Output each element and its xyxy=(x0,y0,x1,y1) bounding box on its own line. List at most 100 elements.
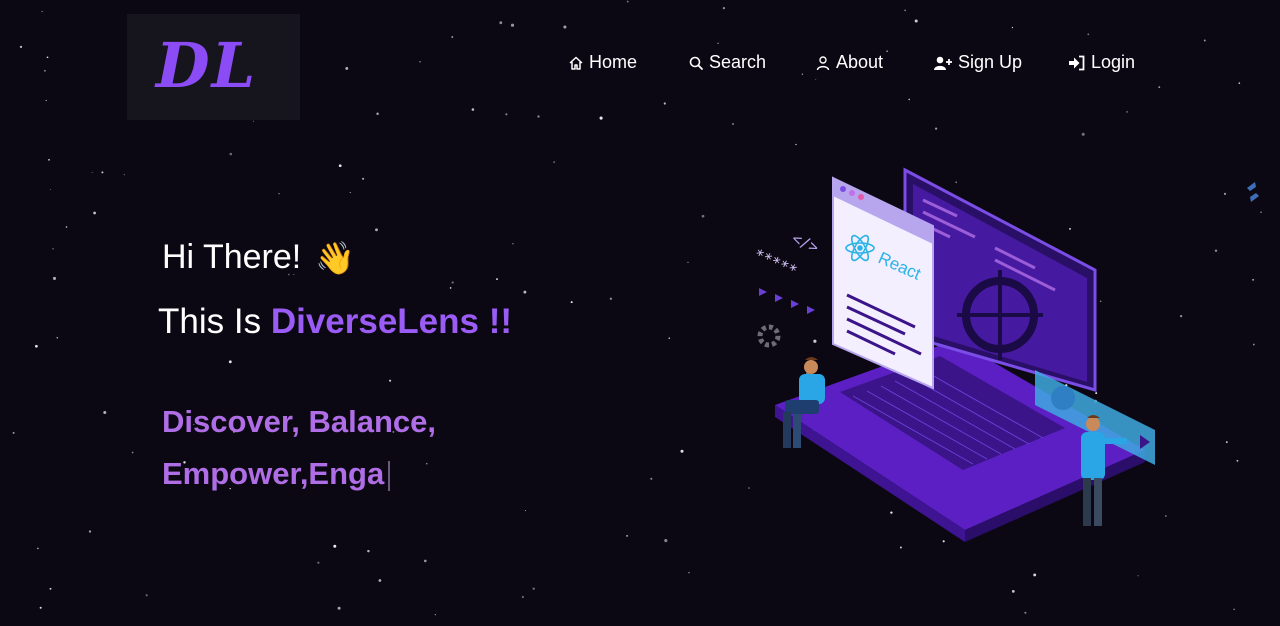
star xyxy=(39,606,42,609)
star xyxy=(52,276,57,280)
star xyxy=(914,19,918,23)
hero-illustration: React </> ***** xyxy=(735,160,1165,555)
star xyxy=(505,113,508,116)
wave-emoji-icon: 👋 xyxy=(315,239,356,276)
star xyxy=(496,278,498,281)
brand-name: DiverseLens !! xyxy=(270,302,513,341)
star xyxy=(537,115,540,118)
star xyxy=(1081,132,1085,136)
star xyxy=(532,587,535,590)
star xyxy=(35,344,38,348)
tagline-line-1: Discover, Balance, xyxy=(162,404,436,439)
star xyxy=(123,174,125,176)
star xyxy=(378,579,382,582)
star xyxy=(389,379,392,382)
navbar: Home Search About Sign Up Login xyxy=(0,52,1280,78)
star xyxy=(688,571,690,574)
star xyxy=(1033,573,1037,577)
hero-greeting: Hi There! 👋 xyxy=(162,238,355,277)
nav-home[interactable]: Home xyxy=(568,52,637,73)
star xyxy=(732,123,734,125)
nav-signup[interactable]: Sign Up xyxy=(933,52,1022,73)
star xyxy=(101,171,104,174)
star xyxy=(45,99,47,102)
star xyxy=(375,228,378,232)
greeting-text: Hi There! xyxy=(162,238,302,276)
star xyxy=(1179,314,1183,318)
nav-login[interactable]: Login xyxy=(1068,52,1135,73)
star xyxy=(423,559,427,563)
star xyxy=(523,290,527,294)
star xyxy=(512,242,514,245)
search-icon xyxy=(688,55,704,71)
star xyxy=(904,9,906,12)
star xyxy=(1223,192,1227,195)
star xyxy=(1087,33,1090,36)
star xyxy=(91,172,93,174)
star xyxy=(48,158,50,161)
star xyxy=(471,108,475,111)
floating-shape-icon xyxy=(1243,180,1263,209)
star xyxy=(362,177,365,180)
star xyxy=(650,477,653,480)
star xyxy=(333,544,337,548)
star xyxy=(701,214,705,218)
nav-search[interactable]: Search xyxy=(688,52,766,73)
nav-home-label: Home xyxy=(589,52,638,72)
star xyxy=(680,449,684,453)
login-icon xyxy=(1068,55,1086,71)
home-icon xyxy=(568,55,584,71)
star xyxy=(563,25,567,29)
intro-prefix: This Is xyxy=(158,302,262,341)
star xyxy=(1165,515,1167,517)
star xyxy=(451,281,454,284)
star xyxy=(338,164,342,168)
star xyxy=(337,606,341,610)
star xyxy=(626,534,629,537)
star xyxy=(65,226,68,228)
star xyxy=(449,287,452,289)
star xyxy=(663,102,666,105)
star xyxy=(1011,26,1013,29)
nav-about[interactable]: About xyxy=(815,52,883,73)
star xyxy=(1137,575,1139,577)
star xyxy=(499,21,503,25)
star xyxy=(12,431,15,434)
star xyxy=(815,78,817,80)
hero-intro: This Is DiverseLens !! xyxy=(158,302,512,342)
star xyxy=(278,193,280,195)
star xyxy=(1011,590,1015,593)
star xyxy=(795,143,797,146)
star xyxy=(52,247,54,250)
nav-search-label: Search xyxy=(709,52,767,72)
star xyxy=(599,116,603,120)
star xyxy=(88,530,92,533)
star xyxy=(434,614,436,616)
star xyxy=(451,36,454,38)
star xyxy=(49,587,52,590)
star xyxy=(349,191,351,194)
star xyxy=(1214,249,1218,252)
star xyxy=(524,510,526,512)
star xyxy=(37,547,39,550)
star xyxy=(317,561,320,564)
star xyxy=(1236,459,1239,462)
star xyxy=(93,211,96,215)
star xyxy=(668,337,671,340)
password-mask-glyph: ***** xyxy=(751,245,800,280)
star xyxy=(252,120,254,122)
star xyxy=(687,261,689,263)
star xyxy=(1126,111,1128,113)
star xyxy=(1252,278,1255,281)
star xyxy=(376,112,379,116)
star xyxy=(1203,39,1206,42)
code-tag-glyph: </> xyxy=(789,229,821,256)
star xyxy=(510,23,515,27)
star xyxy=(131,451,134,454)
star xyxy=(553,161,555,163)
star xyxy=(1024,611,1027,614)
nav-signup-label: Sign Up xyxy=(958,52,1023,72)
star xyxy=(1233,608,1235,610)
typewriter-cursor xyxy=(388,460,391,491)
star xyxy=(145,594,148,597)
